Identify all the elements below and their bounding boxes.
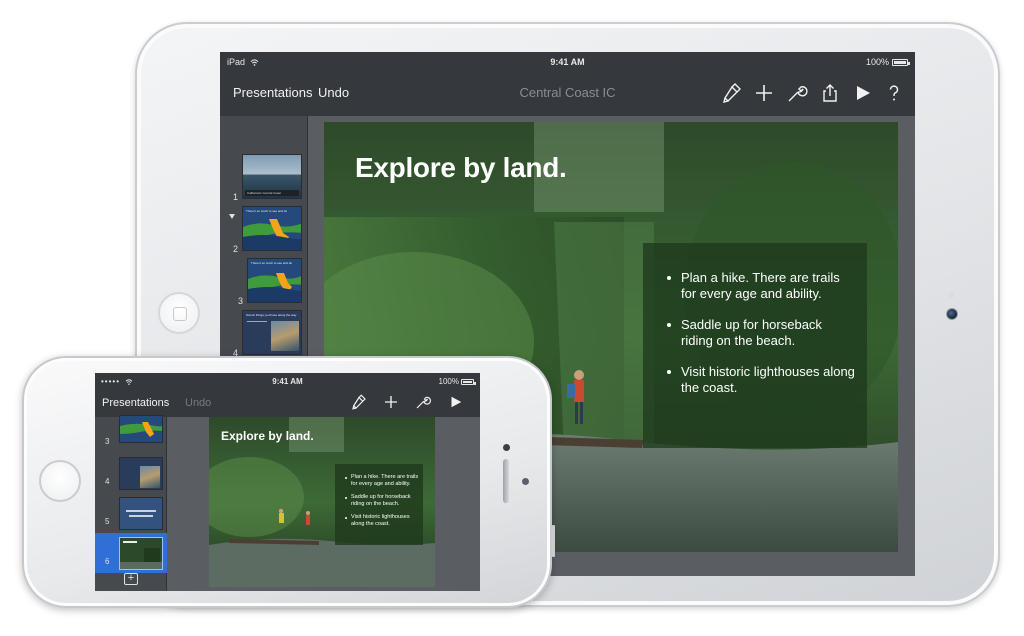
slide-thumbnail-3[interactable]: 3 There's so much to see and do [220, 256, 308, 306]
battery-percent: 100% [438, 377, 459, 386]
slide-number: 3 [238, 296, 244, 306]
slide-preview-caption: California's Central Coast [245, 190, 299, 196]
add-slide-button[interactable]: + [124, 573, 138, 585]
iphone-side-button[interactable] [552, 525, 555, 557]
battery-icon [461, 378, 476, 385]
slide-thumbnail-6[interactable]: 6 [95, 533, 167, 573]
slide-thumbnail-1[interactable]: 1 California's Central Coast [220, 152, 308, 202]
slide-thumbnail-5[interactable]: 5 [95, 493, 167, 533]
battery-percent: 100% [865, 57, 889, 67]
slide-thumbnail-3[interactable]: 3 [95, 413, 167, 453]
slide-preview: There's so much to see and do [247, 258, 302, 303]
battery-icon [892, 58, 910, 66]
ipad-light-sensor [949, 293, 954, 298]
photo-preview [140, 466, 160, 488]
clock: 9:41 AM [272, 377, 303, 386]
play-icon[interactable] [851, 81, 875, 105]
current-slide[interactable]: Explore by land. Plan a hike. There are … [209, 417, 435, 587]
iphone-proximity-sensor [522, 478, 529, 485]
slide-preview [119, 457, 163, 490]
bullet-item: Plan a hike. There are trails for every … [345, 474, 419, 488]
brush-icon[interactable] [720, 81, 744, 105]
slide-number: 3 [105, 437, 110, 446]
ipad-toolbar: Presentations Undo Central Coast IC [220, 72, 915, 116]
bullet-item: Saddle up for horseback riding on the be… [667, 317, 855, 349]
slide-preview: California's Central Coast [242, 154, 302, 199]
wrench-icon[interactable] [785, 81, 809, 105]
slide-title[interactable]: Explore by land. [221, 429, 314, 443]
share-icon[interactable] [818, 81, 842, 105]
slide-preview [119, 497, 163, 530]
slide-canvas[interactable]: Explore by land. Plan a hike. There are … [167, 417, 480, 591]
slide-preview: Scenic things you'll see along the way [242, 310, 302, 355]
slide-number: 6 [105, 557, 110, 566]
disclosure-triangle-icon[interactable] [229, 214, 235, 219]
wrench-icon[interactable] [414, 393, 432, 411]
map-graphic-icon [248, 273, 301, 302]
ipad-front-camera [946, 308, 958, 320]
slide-title[interactable]: Explore by land. [355, 152, 567, 184]
slide-navigator: 3 4 5 6 + [95, 415, 167, 591]
slide-preview: There's so much to see and do [242, 206, 302, 251]
bullet-text-box[interactable]: Plan a hike. There are trails for every … [643, 243, 867, 448]
slide-number: 5 [105, 517, 110, 526]
help-icon[interactable] [882, 81, 906, 105]
slide-thumbnail-2[interactable]: 2 There's so much to see and do [220, 204, 308, 254]
iphone-status-bar: ••••• 9:41 AM 100% [95, 373, 480, 389]
map-graphic-icon [243, 219, 301, 250]
iphone-screen: ••••• 9:41 AM 100% Presentations Undo 3 … [95, 373, 480, 591]
slide-preview [119, 537, 163, 570]
presentations-button[interactable]: Presentations [102, 397, 169, 409]
undo-button[interactable]: Undo [185, 397, 211, 409]
slide-preview [119, 415, 163, 443]
ipad-status-bar: iPad 9:41 AM 100% [220, 52, 915, 72]
iphone-front-camera [503, 444, 510, 451]
iphone-home-button[interactable] [39, 460, 81, 502]
bullet-item: Visit historic lighthouses along the coa… [345, 514, 419, 528]
slide-number: 4 [105, 477, 110, 486]
play-icon[interactable] [447, 393, 465, 411]
slide-thumbnail-4[interactable]: 4 [95, 453, 167, 493]
slide-preview-heading: Scenic things you'll see along the way [246, 313, 297, 317]
ipad-home-button[interactable] [158, 292, 200, 334]
iphone-speaker [503, 459, 509, 503]
bullet-list: Plan a hike. There are trails for every … [643, 243, 867, 396]
clock: 9:41 AM [550, 57, 585, 67]
photo-preview [271, 321, 299, 351]
map-graphic-icon [120, 422, 162, 437]
document-title: Central Coast IC [519, 85, 616, 100]
slide-number: 2 [233, 244, 239, 254]
bullet-text-box[interactable]: Plan a hike. There are trails for every … [335, 464, 423, 545]
brush-icon[interactable] [350, 393, 368, 411]
bullet-item: Visit historic lighthouses along the coa… [667, 364, 855, 396]
add-icon[interactable] [752, 81, 776, 105]
bullet-list: Plan a hike. There are trails for every … [335, 464, 423, 528]
add-icon[interactable] [382, 393, 400, 411]
bullet-item: Saddle up for horseback riding on the be… [345, 494, 419, 508]
slide-number: 1 [233, 192, 239, 202]
bullet-item: Plan a hike. There are trails for every … [667, 270, 855, 302]
slide-thumbnail-4[interactable]: 4 Scenic things you'll see along the way [220, 308, 308, 358]
